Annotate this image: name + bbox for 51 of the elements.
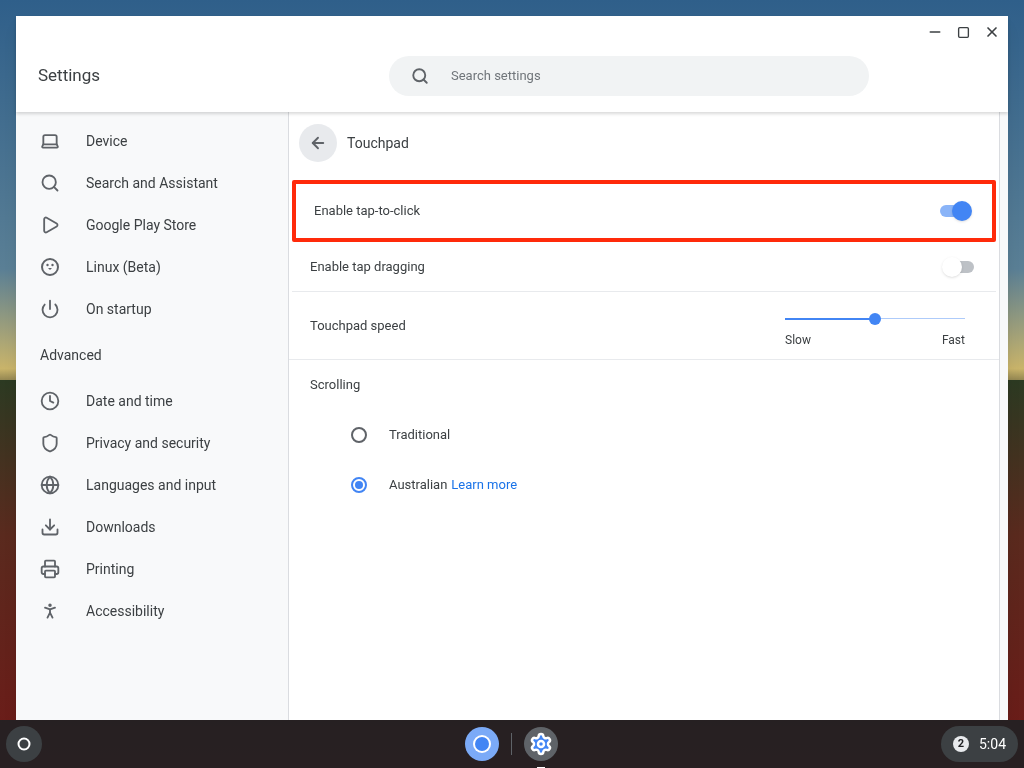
slider-track[interactable] <box>785 312 965 325</box>
sidebar-item[interactable]: Search and Assistant <box>16 162 288 204</box>
play-icon <box>40 215 60 235</box>
shield-icon <box>40 433 60 453</box>
slider-max-label: Fast <box>941 331 965 349</box>
search-icon <box>411 67 429 85</box>
sidebar-item[interactable]: Downloads <box>16 506 288 548</box>
window-title: Settings <box>37 64 102 88</box>
section-heading: Scrolling <box>310 376 361 395</box>
sidebar-item[interactable]: Google Play Store <box>16 204 288 246</box>
launcher-circle-icon <box>17 737 31 751</box>
power-icon <box>40 299 60 319</box>
maximize-icon[interactable] <box>957 25 970 39</box>
sidebar-item[interactable]: Privacy and security <box>16 422 288 464</box>
setting-label: Touchpad speed <box>310 316 406 335</box>
launcher-button[interactable] <box>6 726 42 762</box>
status-area[interactable]: 2 5:04 <box>941 726 1018 762</box>
printer-icon <box>40 559 60 579</box>
toggle-switch[interactable] <box>942 256 976 277</box>
setting-label: Enable tap dragging <box>310 257 425 276</box>
radio-label: Traditional <box>389 426 451 445</box>
sidebar-item[interactable]: On startup <box>16 288 288 330</box>
close-icon[interactable] <box>984 24 1000 40</box>
sidebar-item[interactable]: Date and time <box>16 380 288 422</box>
sidebar-item[interactable]: Printing <box>16 548 288 590</box>
settings-app-icon[interactable] <box>524 727 558 761</box>
radio-label: Australian <box>389 476 448 495</box>
clock-icon <box>40 391 60 411</box>
clock-time: 5:04 <box>979 734 1006 754</box>
back-button[interactable] <box>299 124 337 162</box>
sidebar-item[interactable]: Languages and input <box>16 464 288 506</box>
notification-count: 2 <box>953 736 969 752</box>
slider-thumb[interactable] <box>869 312 881 325</box>
setting-label: Enable tap-to-click <box>314 202 421 221</box>
page-title: Touchpad <box>347 133 409 153</box>
laptop-icon <box>40 131 60 151</box>
download-icon <box>40 517 60 537</box>
learn-more-link[interactable]: Learn more <box>451 475 518 495</box>
radio-button[interactable] <box>351 427 367 443</box>
search-input[interactable]: Search settings <box>451 66 869 86</box>
search-icon <box>40 173 60 193</box>
search-field[interactable]: Search settings <box>389 56 869 96</box>
globe-icon <box>40 475 60 495</box>
sidebar-item[interactable]: Linux (Beta) <box>16 246 288 288</box>
sidebar-item[interactable]: Device <box>16 120 288 162</box>
slider-min-label: Slow <box>785 331 811 349</box>
section-heading: Advanced <box>40 345 102 365</box>
sidebar-item[interactable]: Accessibility <box>16 590 288 632</box>
browser-app-icon[interactable] <box>465 727 499 761</box>
toggle-switch[interactable] <box>938 201 972 221</box>
radio-button[interactable] <box>351 477 367 493</box>
